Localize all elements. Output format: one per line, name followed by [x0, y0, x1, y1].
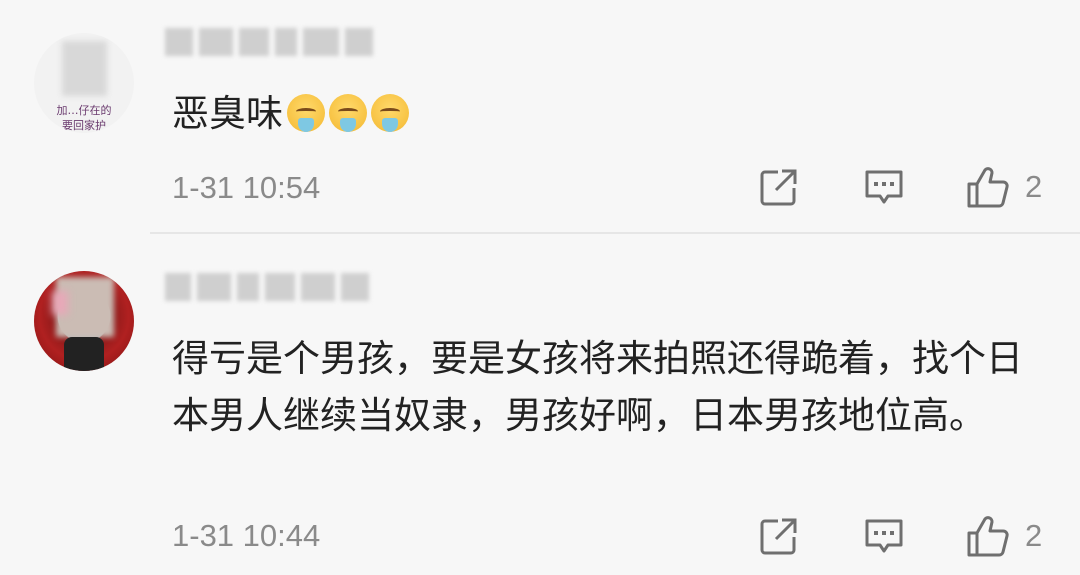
avatar[interactable]: [34, 271, 134, 371]
avatar-text: …要回家护…: [51, 119, 117, 132]
comment-icon: [865, 170, 903, 204]
share-icon: [760, 518, 797, 555]
vomit-emoji: [287, 94, 325, 132]
comment-icon: [865, 519, 903, 553]
comment-list: 加…仔在的 …要回家护… 恶臭味 1-31 10:54 2 得亏是个男孩，要是女…: [0, 0, 1080, 575]
thumbs-up-icon: [967, 167, 1009, 208]
username-redacted[interactable]: [165, 273, 369, 301]
avatar-text: 加…仔在的: [56, 104, 112, 117]
username-redacted[interactable]: [165, 28, 373, 56]
share-button[interactable]: [758, 162, 800, 212]
comment-actions: 2: [0, 511, 1080, 561]
comment-actions: 2: [0, 162, 1080, 212]
comment-content: 恶臭味: [172, 86, 1052, 142]
like-count: 2: [1025, 169, 1043, 204]
vomit-emoji: [371, 94, 409, 132]
vomit-emoji: [329, 94, 367, 132]
comment-item: 得亏是个男孩，要是女孩将来拍照还得跪着，找个日本男人继续当奴隶，男孩好啊，日本男…: [0, 233, 1080, 575]
comment-text: 恶臭味: [172, 92, 283, 135]
avatar[interactable]: 加…仔在的 …要回家护…: [34, 33, 134, 133]
comment-item: 加…仔在的 …要回家护… 恶臭味 1-31 10:54 2: [0, 0, 1080, 233]
thumbs-up-icon: [967, 516, 1009, 557]
share-icon: [760, 169, 797, 206]
reply-button[interactable]: [863, 162, 905, 212]
like-count: 2: [1025, 518, 1043, 553]
share-button[interactable]: [758, 511, 800, 561]
like-button[interactable]: 2: [965, 162, 1042, 212]
reply-button[interactable]: [863, 511, 905, 561]
like-button[interactable]: 2: [965, 511, 1042, 561]
comment-content: 得亏是个男孩，要是女孩将来拍照还得跪着，找个日本男人继续当奴隶，男孩好啊，日本男…: [172, 337, 1023, 437]
